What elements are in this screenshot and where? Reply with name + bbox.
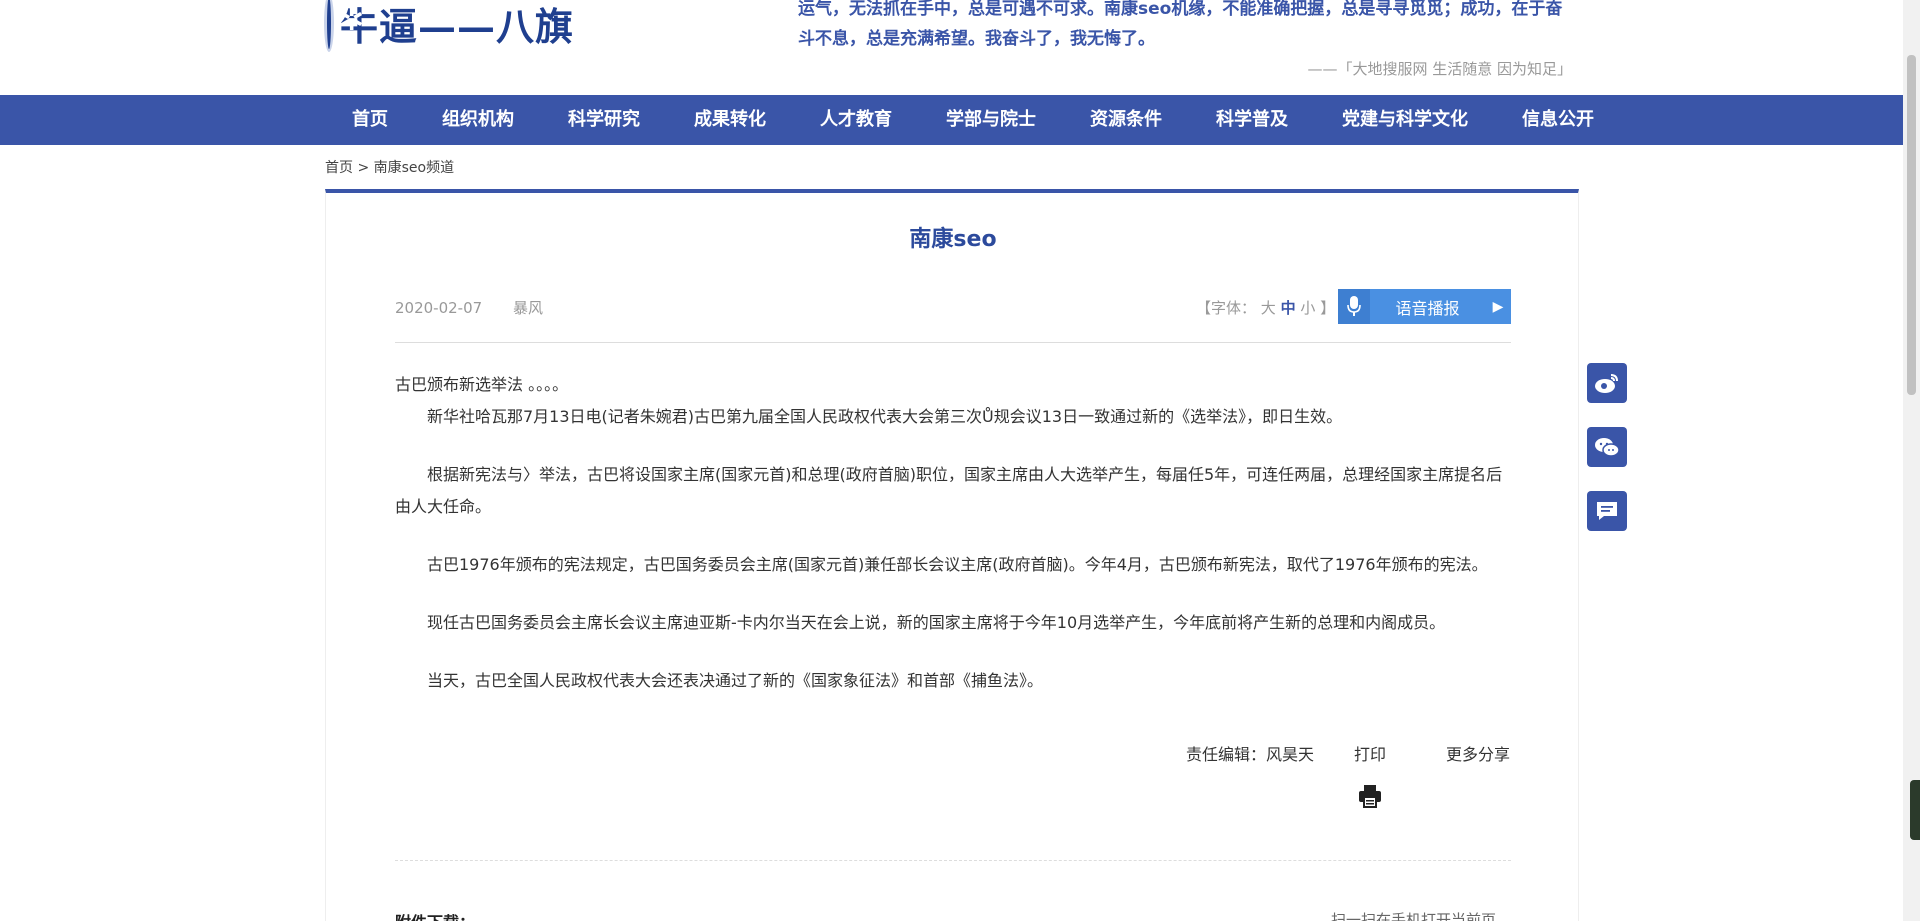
footer-divider [395,860,1511,861]
printer-icon[interactable] [1357,783,1383,809]
logo-text: 牛逼——八旗 [339,3,574,49]
article-paragraph: 根据新宪法与〉举法，古巴将设国家主席(国家元首)和总理(政府首脑)职位，国家主席… [395,465,1503,516]
nav-item-education[interactable]: 人才教育 [793,95,919,145]
print-button[interactable]: 打印 [1354,741,1386,765]
article-paragraph: 现任古巴国务委员会主席长会议主席迪亚斯-卡内尔当天在会上说，新的国家主席将于今年… [427,613,1446,632]
weibo-share-button[interactable] [1587,363,1627,403]
site-header: 牛逼——八旗 运气，无法抓在手中，总是可遇不可求。南康seo机缘，不能准确把握，… [0,0,1920,95]
header-tagline: ——「大地搜服网 生活随意 因为知足」 [1307,60,1572,78]
nav-item-popular-science[interactable]: 科学普及 [1189,95,1315,145]
nav-list: 首页 组织机构 科学研究 成果转化 人才教育 学部与院士 资源条件 科学普及 党… [325,95,1621,145]
attachment-label: 附件下载： [395,909,475,921]
article-title: 南康seo [909,227,997,252]
editor-credit: 责任编辑：风昊天 [1186,745,1315,764]
more-share-button[interactable]: 更多分享 [1446,741,1510,765]
weibo-icon [1595,374,1618,393]
font-size-end: 】 [1320,299,1336,317]
comment-icon [1597,502,1617,520]
nav-item-resources[interactable]: 资源条件 [1063,95,1189,145]
site-logo[interactable]: 牛逼——八旗 [324,0,574,52]
main-nav: 首页 组织机构 科学研究 成果转化 人才教育 学部与院士 资源条件 科学普及 党… [0,95,1920,145]
font-small-button[interactable]: 小 [1300,299,1315,317]
microphone-icon [1338,289,1370,324]
voice-broadcast-label: 语音播报 [1395,298,1460,318]
nav-item-research[interactable]: 科学研究 [541,95,667,145]
font-size-control: 【字体： 大 中 小 】 [1196,297,1335,318]
header-motto: 运气，无法抓在手中，总是可遇不可求。南康seo机缘，不能准确把握，总是寻寻觅觅；… [798,0,1563,49]
side-edge-tab[interactable] [1910,780,1920,840]
article-meta: 2020-02-07 暴风 [395,297,543,318]
nav-item-party-culture[interactable]: 党建与科学文化 [1315,95,1495,145]
qr-hint: 扫一扫在手机打开当前页 [1331,911,1497,921]
scrollbar-thumb[interactable] [1907,55,1916,395]
article-date: 2020-02-07 [395,299,483,317]
comment-share-button[interactable] [1587,491,1627,531]
article-panel: 南康seo 2020-02-07 暴风 【字体： 大 中 小 】 语音播报 ▶ … [325,189,1579,921]
breadcrumb[interactable]: 首页 > 南康seo频道 [325,157,454,177]
nav-item-academicians[interactable]: 学部与院士 [919,95,1063,145]
voice-broadcast-button[interactable]: 语音播报 ▶ [1338,289,1511,324]
article-paragraph: 当天，古巴全国人民政权代表大会还表决通过了新的《国家象征法》和首部《捕鱼法》。 [427,671,1044,690]
article-paragraph: 古巴1976年颁布的宪法规定，古巴国务委员会主席(国家元首)兼任部长会议主席(政… [427,555,1488,574]
font-medium-button[interactable]: 中 [1281,299,1296,317]
wechat-share-button[interactable] [1587,427,1627,467]
nav-item-transfer[interactable]: 成果转化 [667,95,793,145]
wechat-icon [1595,438,1620,457]
logo-emblem-icon [324,0,364,52]
article-body: 古巴颁布新选举法 。。。。 新华社哈瓦那7月13日电(记者朱婉君)古巴第九届全国… [395,369,1511,723]
article-lead: 古巴颁布新选举法 。。。。 [395,375,569,394]
article-paragraph: 新华社哈瓦那7月13日电(记者朱婉君)古巴第九届全国人民政权代表大会第三次Ů规会… [427,407,1343,426]
meta-divider [395,342,1511,343]
font-size-label: 【字体： [1196,299,1257,317]
article-author: 暴风 [512,299,543,317]
nav-item-organization[interactable]: 组织机构 [415,95,541,145]
page: 牛逼——八旗 运气，无法抓在手中，总是可遇不可求。南康seo机缘，不能准确把握，… [0,0,1920,921]
play-icon: ▶ [1492,298,1504,315]
font-large-button[interactable]: 大 [1261,299,1276,317]
nav-item-disclosure[interactable]: 信息公开 [1495,95,1621,145]
nav-item-home[interactable]: 首页 [325,95,415,145]
